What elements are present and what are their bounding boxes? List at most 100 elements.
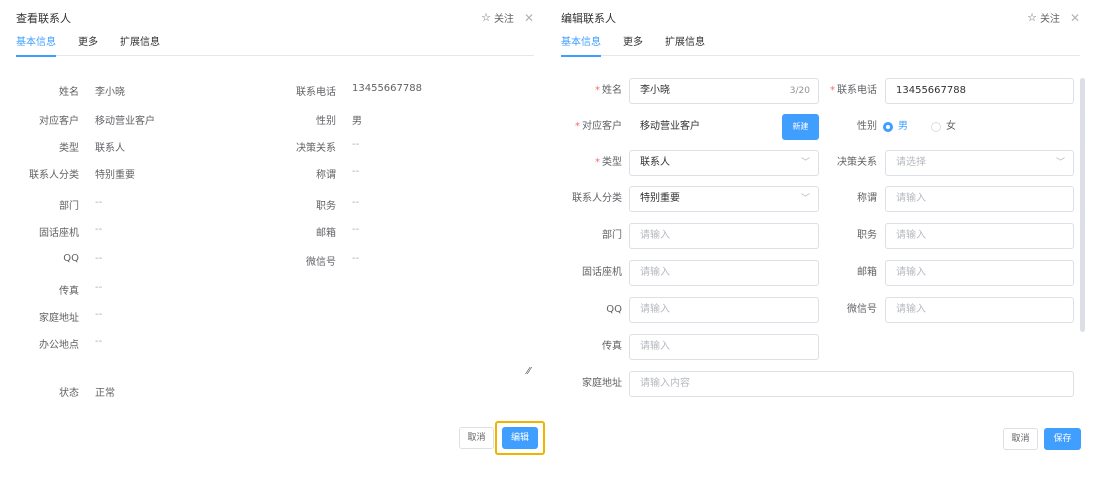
edit-tabs: 基本信息 更多 扩展信息 <box>561 36 1080 57</box>
view-label-dept: 部门 <box>59 201 79 212</box>
view-value-category: 特别重要 <box>95 170 135 181</box>
landline-input-placeholder: 请输入 <box>640 267 670 278</box>
edit-tab-extended-info[interactable]: 扩展信息 <box>665 36 705 56</box>
chevron-down-icon: ﹀ <box>800 194 810 204</box>
view-tab-extended-info[interactable]: 扩展信息 <box>120 36 160 56</box>
view-panel-title: 查看联系人 <box>16 12 71 25</box>
edit-label-landline: 固话座机 <box>582 267 622 278</box>
view-label-office: 办公地点 <box>39 340 79 351</box>
view-close-icon[interactable]: ✕ <box>524 11 534 25</box>
view-tab-basic-info[interactable]: 基本信息 <box>16 36 56 57</box>
view-edit-button[interactable]: 编辑 <box>502 427 538 449</box>
radio-unchecked-icon <box>931 122 941 132</box>
dept-input-placeholder: 请输入 <box>640 230 670 241</box>
view-value-decision: -- <box>352 139 360 150</box>
form-scrollbar[interactable] <box>1080 78 1085 332</box>
edit-label-position: 职务 <box>857 230 877 241</box>
category-select[interactable]: 特别重要 ﹀ <box>629 186 819 212</box>
view-label-position: 职务 <box>316 201 336 212</box>
title-input[interactable]: 请输入 <box>885 186 1074 212</box>
edit-label-fax: 传真 <box>602 341 622 352</box>
gender-female-label: 女 <box>946 121 956 132</box>
view-value-email: -- <box>352 224 360 235</box>
resize-handle-icon[interactable]: ⁄⁄ <box>527 366 530 377</box>
view-label-customer: 对应客户 <box>39 116 79 127</box>
edit-follow-button[interactable]: ☆ 关注 <box>1027 10 1060 25</box>
landline-input[interactable]: 请输入 <box>629 260 819 286</box>
view-label-phone: 联系电话 <box>296 87 336 98</box>
fax-input-placeholder: 请输入 <box>640 341 670 352</box>
qq-input-placeholder: 请输入 <box>640 304 670 315</box>
view-tabs: 基本信息 更多 扩展信息 <box>16 36 534 57</box>
view-follow-label: 关注 <box>493 14 514 25</box>
gender-radio-male[interactable]: 男 <box>883 114 908 140</box>
edit-cancel-button[interactable]: 取消 <box>1003 428 1038 450</box>
chevron-down-icon: ﹀ <box>800 158 810 168</box>
edit-close-icon[interactable]: ✕ <box>1070 11 1080 25</box>
edit-label-gender: 性别 <box>857 121 877 132</box>
name-input[interactable]: 李小晓 3/20 <box>629 78 819 104</box>
view-value-wechat: -- <box>352 253 360 264</box>
edit-label-phone: * 联系电话 <box>830 85 877 96</box>
view-cancel-button[interactable]: 取消 <box>459 427 494 449</box>
save-button[interactable]: 保存 <box>1044 428 1081 450</box>
edit-label-name: * 姓名 <box>595 85 622 96</box>
view-value-type: 联系人 <box>95 143 125 154</box>
wechat-input-placeholder: 请输入 <box>896 304 926 315</box>
view-value-dept: -- <box>95 197 103 208</box>
category-select-value: 特别重要 <box>640 193 680 204</box>
decision-select[interactable]: 请选择 ﹀ <box>885 150 1074 176</box>
new-customer-button[interactable]: 新建 <box>782 114 819 140</box>
view-label-email: 邮箱 <box>316 228 336 239</box>
edit-panel-header: 编辑联系人 ☆ 关注 ✕ <box>561 8 1080 26</box>
view-value-name: 李小晓 <box>95 87 125 98</box>
view-value-office: -- <box>95 336 103 347</box>
edit-tab-basic-info[interactable]: 基本信息 <box>561 36 601 57</box>
edit-panel-title: 编辑联系人 <box>561 12 616 25</box>
view-value-customer: 移动营业客户 <box>95 116 155 127</box>
view-value-landline: -- <box>95 224 103 235</box>
edit-label-address: 家庭地址 <box>582 378 622 389</box>
edit-follow-label: 关注 <box>1039 14 1060 25</box>
view-value-position: -- <box>352 197 360 208</box>
view-follow-button[interactable]: ☆ 关注 <box>481 10 514 25</box>
position-input[interactable]: 请输入 <box>885 223 1074 249</box>
customer-value: 移动营业客户 <box>640 121 700 132</box>
edit-label-dept: 部门 <box>602 230 622 241</box>
view-label-fax: 传真 <box>59 286 79 297</box>
dept-input[interactable]: 请输入 <box>629 223 819 249</box>
wechat-input[interactable]: 请输入 <box>885 297 1074 323</box>
edit-label-wechat: 微信号 <box>847 304 877 315</box>
phone-input[interactable]: 13455667788 <box>885 78 1074 104</box>
view-label-qq: QQ <box>63 253 79 264</box>
view-value-status: 正常 <box>95 388 115 399</box>
name-input-value: 李小晓 <box>640 85 670 96</box>
fax-input[interactable]: 请输入 <box>629 334 819 360</box>
view-label-gender: 性别 <box>316 116 336 127</box>
view-label-name: 姓名 <box>59 87 79 98</box>
gender-radio-female[interactable]: 女 <box>931 114 956 140</box>
view-value-qq: -- <box>95 253 103 264</box>
edit-header-actions: ☆ 关注 ✕ <box>1027 10 1080 26</box>
position-input-placeholder: 请输入 <box>896 230 926 241</box>
qq-input[interactable]: 请输入 <box>629 297 819 323</box>
view-tab-more[interactable]: 更多 <box>78 36 98 56</box>
view-label-category: 联系人分类 <box>29 170 79 181</box>
view-label-wechat: 微信号 <box>306 257 336 268</box>
edit-label-category: 联系人分类 <box>572 193 622 204</box>
view-label-title: 称谓 <box>316 170 336 181</box>
edit-contact-panel: 编辑联系人 ☆ 关注 ✕ 基本信息 更多 扩展信息 * 姓名 李小晓 3/20 *… <box>550 0 1120 482</box>
star-outline-icon: ☆ <box>1027 11 1037 24</box>
view-label-decision: 决策关系 <box>296 143 336 154</box>
email-input[interactable]: 请输入 <box>885 260 1074 286</box>
name-char-count: 3/20 <box>789 86 810 96</box>
type-select-value: 联系人 <box>640 157 670 168</box>
view-label-address: 家庭地址 <box>39 313 79 324</box>
edit-tab-more[interactable]: 更多 <box>623 36 643 56</box>
type-select[interactable]: 联系人 ﹀ <box>629 150 819 176</box>
edit-label-customer: * 对应客户 <box>575 121 622 132</box>
radio-checked-icon <box>883 122 893 132</box>
address-input[interactable]: 请输入内容 <box>629 371 1074 397</box>
edit-label-type: * 类型 <box>595 157 622 168</box>
view-value-fax: -- <box>95 282 103 293</box>
